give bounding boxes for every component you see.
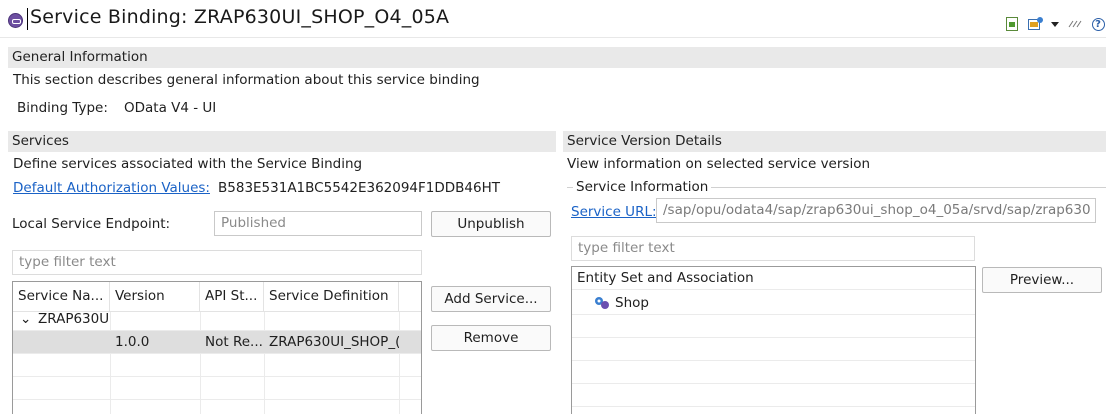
publish-icon[interactable] — [1027, 16, 1045, 32]
entity-set-tree[interactable]: Entity Set and Association Shop — [571, 266, 976, 414]
default-authorization-link[interactable]: Default Authorization Values: — [13, 180, 210, 196]
local-service-endpoint-label: Local Service Endpoint: — [12, 216, 171, 232]
general-description: This section describes general informati… — [13, 72, 480, 88]
table-row[interactable]: 1.0.0 Not Re... ZRAP630UI_SHOP_( — [13, 331, 421, 354]
text-cursor — [27, 8, 28, 30]
list-item — [572, 338, 975, 361]
entity-set-icon — [592, 292, 612, 315]
service-binding-icon — [8, 13, 23, 28]
menu-icon[interactable] — [1067, 16, 1083, 32]
entity-item-shop: Shop — [615, 295, 649, 311]
editor-title-bar: Service Binding: ZRAP630UI_SHOP_O4_05A ? — [0, 0, 1106, 38]
services-table[interactable]: Service Na... Version API St... Service … — [12, 281, 422, 414]
help-icon[interactable]: ? — [1090, 16, 1106, 32]
list-item — [572, 315, 975, 338]
unpublish-button[interactable]: Unpublish — [431, 211, 551, 237]
services-filter-input[interactable]: type filter text — [12, 250, 422, 275]
entity-set-header: Entity Set and Association — [577, 270, 754, 286]
table-row — [13, 354, 421, 377]
service-group-name: ZRAP630U — [38, 311, 110, 327]
new-file-icon[interactable] — [1005, 16, 1019, 32]
service-url-field[interactable]: /sap/opu/odata4/sap/zrap630ui_shop_o4_05… — [656, 198, 1096, 223]
table-row[interactable]: ⌄ ZRAP630U — [13, 308, 421, 331]
dropdown-arrow-icon[interactable] — [1049, 16, 1061, 32]
api-state-cell: Not Re... — [205, 334, 263, 350]
page-title: Service Binding: ZRAP630UI_SHOP_O4_05A — [30, 6, 450, 28]
version-cell: 1.0.0 — [115, 334, 150, 350]
service-definition-cell: ZRAP630UI_SHOP_( — [269, 334, 399, 350]
list-item — [572, 384, 975, 407]
entity-row-shop[interactable]: Shop — [572, 292, 975, 315]
add-service-button[interactable]: Add Service... — [431, 286, 551, 312]
expand-chevron-icon[interactable]: ⌄ — [15, 308, 35, 331]
services-header: Services — [8, 131, 556, 152]
remove-button[interactable]: Remove — [431, 325, 551, 351]
preview-button[interactable]: Preview... — [982, 267, 1102, 293]
table-row — [13, 377, 421, 400]
general-information-header: General Information — [8, 47, 1106, 68]
service-information-title: Service Information — [573, 179, 712, 195]
version-details-description: View information on selected service ver… — [567, 156, 871, 172]
authorization-value: B583E531A1BC5542E362094F1DDB46HT — [218, 180, 501, 196]
binding-type-label: Binding Type: — [17, 100, 108, 116]
list-item — [572, 361, 975, 384]
binding-type-value: OData V4 - UI — [124, 100, 217, 116]
entity-filter-input[interactable]: type filter text — [571, 236, 975, 261]
service-url-link[interactable]: Service URL: — [571, 204, 657, 220]
entity-header-row: Entity Set and Association — [572, 267, 975, 290]
service-version-details-header: Service Version Details — [563, 131, 1106, 152]
services-description: Define services associated with the Serv… — [13, 156, 363, 172]
endpoint-status-field: Published — [214, 211, 422, 236]
